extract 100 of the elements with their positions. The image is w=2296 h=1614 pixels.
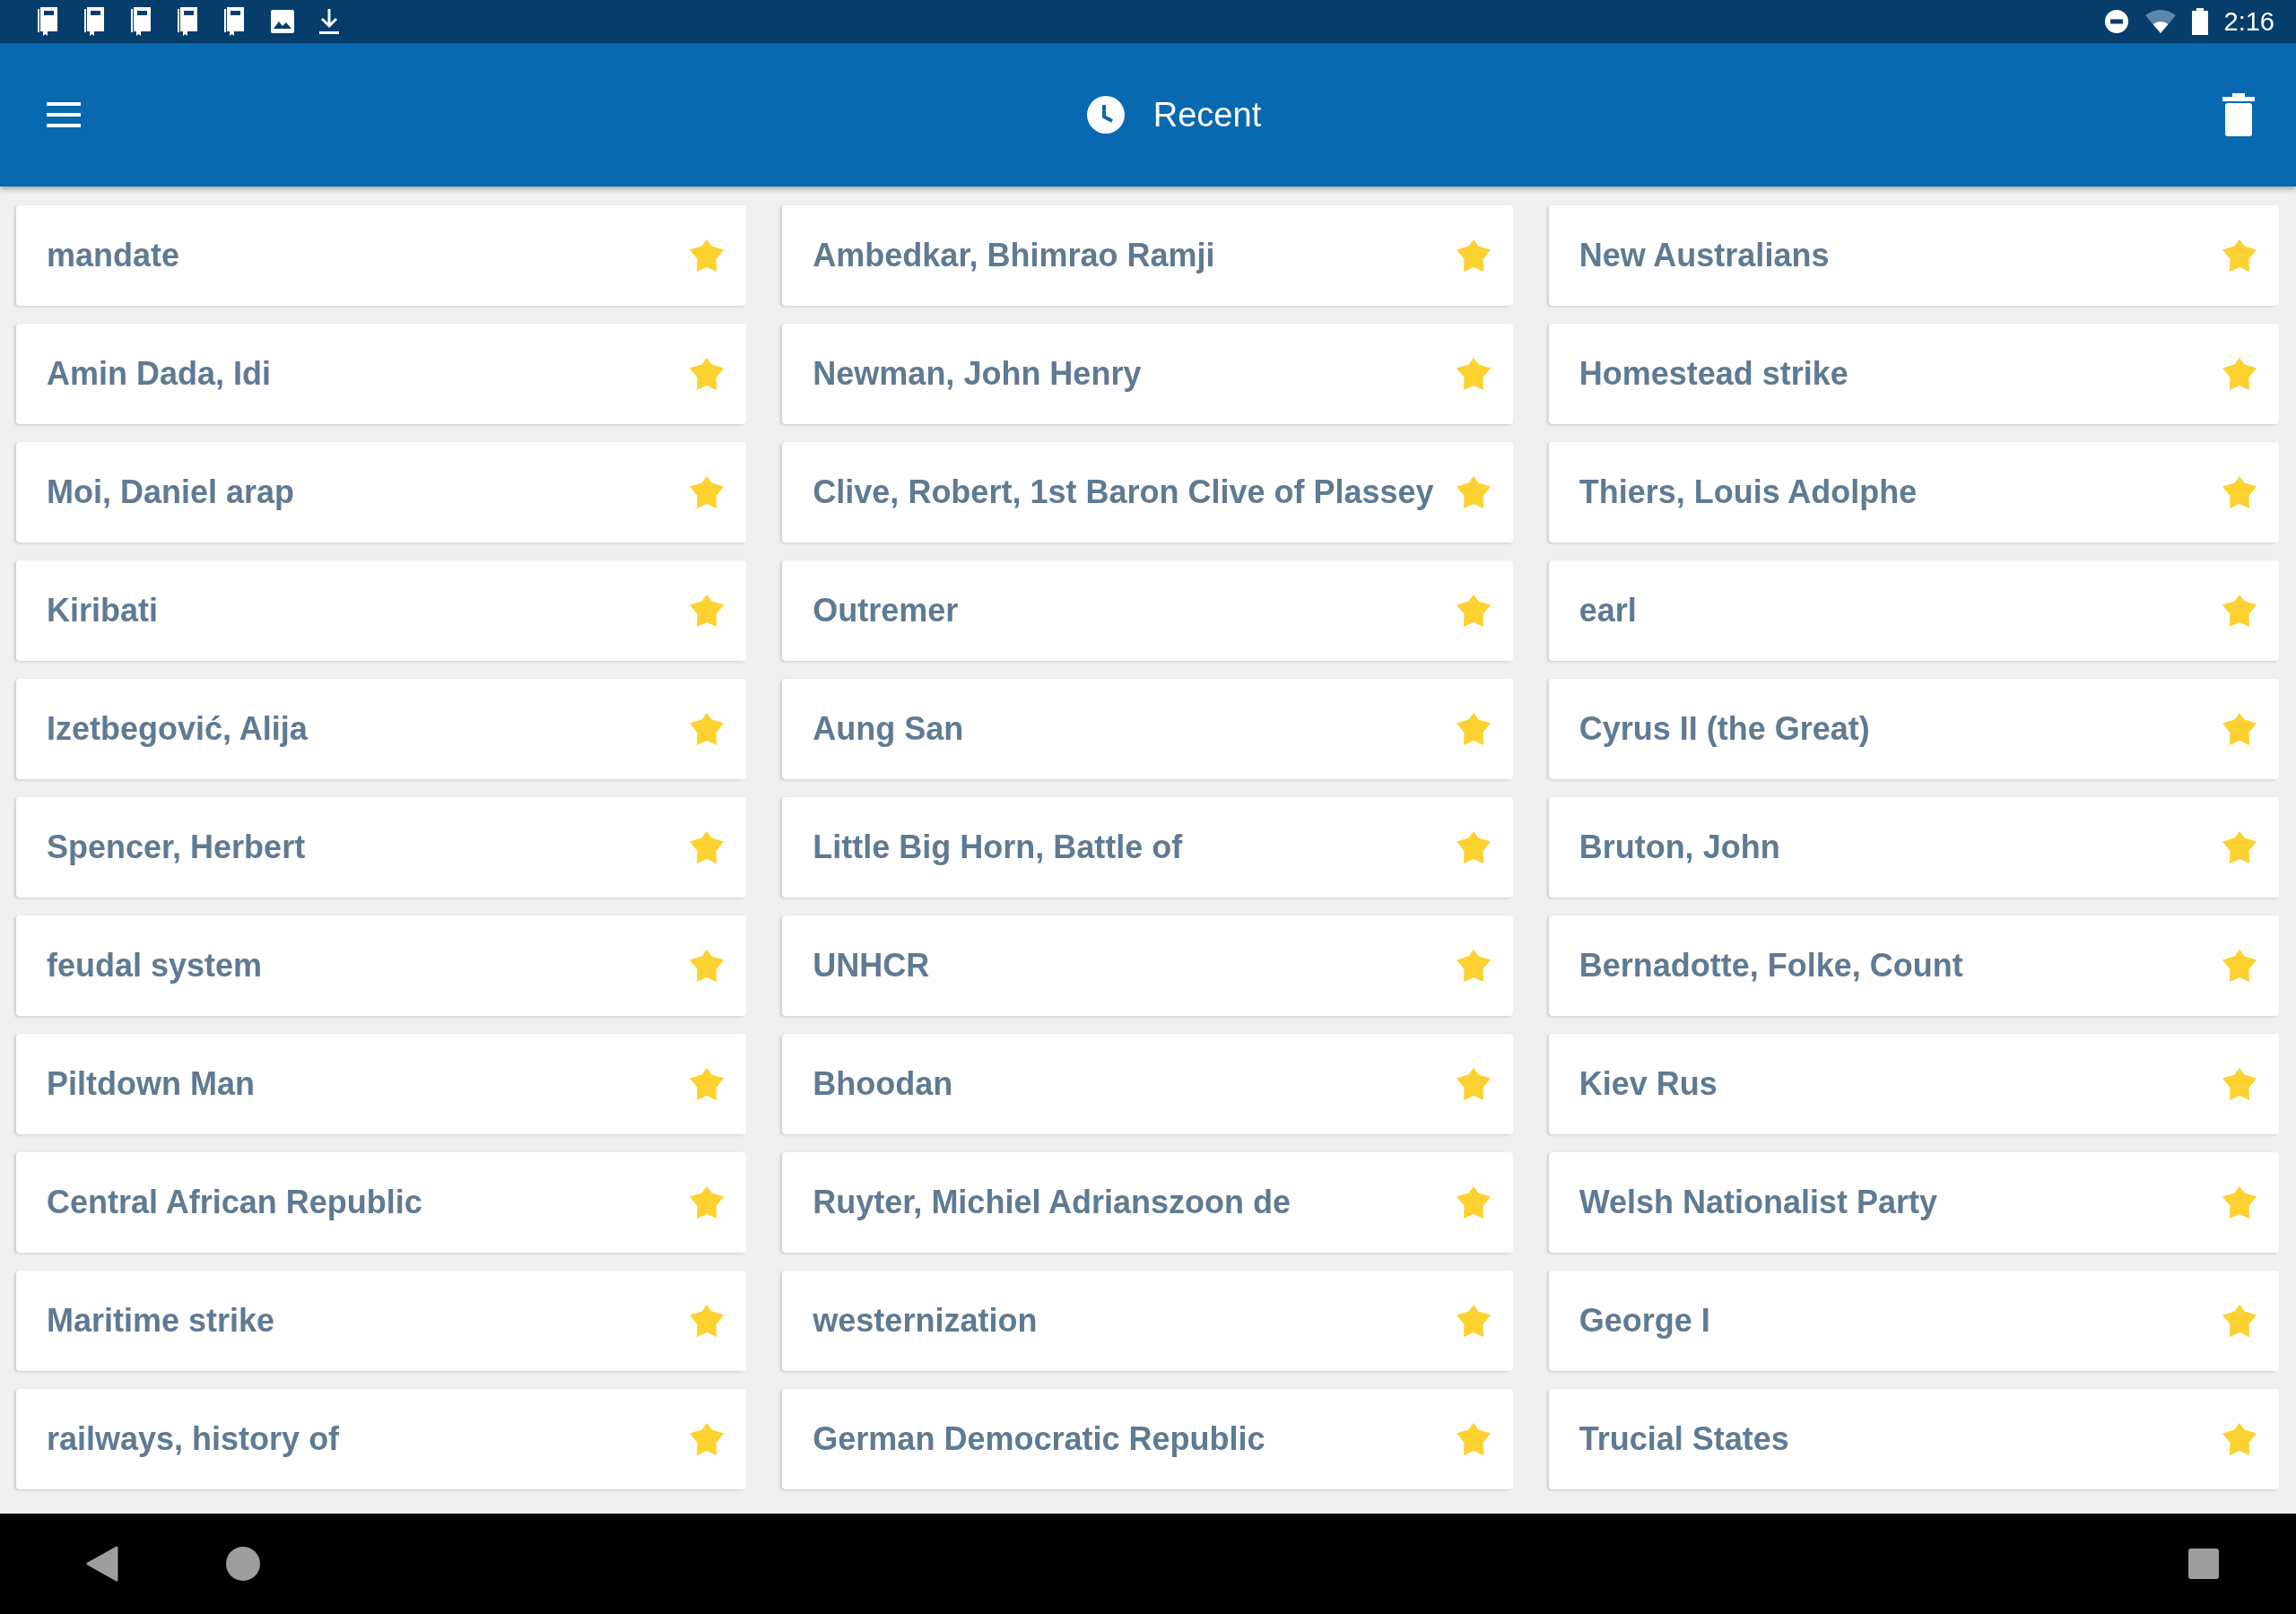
screen-title: Recent [1152,95,1262,134]
recent-entry-card[interactable]: Piltdown Man [16,1034,747,1134]
filled-star-icon[interactable] [689,357,726,391]
recent-entry-card[interactable]: feudal system [16,915,747,1016]
filled-star-icon[interactable] [1455,830,1492,864]
filled-star-icon[interactable] [2222,712,2257,746]
entry-title: New Australians [1578,237,1830,274]
filled-star-icon[interactable] [2222,239,2257,273]
recent-entry-card[interactable]: Maritime strike [16,1271,747,1371]
entry-title: mandate [47,237,180,274]
recent-entry-card[interactable]: Trucial States [1548,1389,2279,1489]
back-icon[interactable] [86,1546,118,1582]
filled-star-icon[interactable] [2222,1185,2257,1219]
entry-title: Kiev Rus [1578,1065,1718,1103]
entry-title: Bruton, John [1578,829,1780,866]
recent-entry-card[interactable]: Newman, John Henry [782,324,1513,424]
menu-icon[interactable] [47,102,81,127]
recent-entry-card[interactable]: Aung San [782,679,1513,779]
entry-title: Bernadotte, Folke, Count [1578,947,1963,985]
recent-entry-card[interactable]: Spencer, Herbert [16,797,747,898]
filled-star-icon[interactable] [689,1304,726,1338]
recent-entry-card[interactable]: mandate [16,205,747,306]
wifi-icon [2144,10,2176,33]
recent-entry-card[interactable]: Ambedkar, Bhimrao Ramji [782,205,1513,306]
filled-star-icon[interactable] [2222,357,2257,391]
recent-entry-card[interactable]: Bhoodan [782,1034,1513,1134]
home-icon[interactable] [226,1547,260,1581]
book-icon [178,7,199,36]
filled-star-icon[interactable] [689,1185,726,1219]
entry-title: railways, history of [47,1420,340,1458]
recent-entry-card[interactable]: Central African Republic [16,1152,747,1253]
filled-star-icon[interactable] [2222,1304,2257,1338]
filled-star-icon[interactable] [1455,239,1492,273]
entry-title: UNHCR [813,947,930,985]
filled-star-icon[interactable] [689,830,726,864]
filled-star-icon[interactable] [1455,1304,1492,1338]
filled-star-icon[interactable] [2222,830,2257,864]
filled-star-icon[interactable] [689,712,726,746]
filled-star-icon[interactable] [1455,475,1492,509]
recent-entry-card[interactable]: Amin Dada, Idi [16,324,747,424]
entry-title: Homestead strike [1578,355,1848,393]
entry-title: feudal system [47,947,263,985]
entry-title: Amin Dada, Idi [47,355,272,393]
recent-entry-card[interactable]: Thiers, Louis Adolphe [1548,442,2279,542]
filled-star-icon[interactable] [1455,949,1492,983]
filled-star-icon[interactable] [1455,357,1492,391]
filled-star-icon[interactable] [1455,594,1492,628]
recent-entry-card[interactable]: Welsh Nationalist Party [1548,1152,2279,1253]
recent-entry-card[interactable]: UNHCR [782,915,1513,1016]
trash-icon[interactable] [2222,93,2255,136]
filled-star-icon[interactable] [2222,949,2257,983]
recent-entry-card[interactable]: Cyrus II (the Great) [1548,679,2279,779]
recent-entry-card[interactable]: German Democratic Republic [782,1389,1513,1489]
recent-entry-card[interactable]: Little Big Horn, Battle of [782,797,1513,898]
filled-star-icon[interactable] [2222,475,2257,509]
book-icon [84,7,106,36]
filled-star-icon[interactable] [1455,1067,1492,1101]
recent-entry-card[interactable]: Clive, Robert, 1st Baron Clive of Plassey [782,442,1513,542]
filled-star-icon[interactable] [689,475,726,509]
entry-title: Kiribati [47,592,158,629]
entry-title: Outremer [813,592,959,629]
filled-star-icon[interactable] [1455,1185,1492,1219]
recent-entry-card[interactable]: New Australians [1548,205,2279,306]
entry-title: earl [1578,592,1637,629]
recent-entry-card[interactable]: Homestead strike [1548,324,2279,424]
recents-icon[interactable] [2188,1549,2219,1579]
recent-entry-card[interactable]: railways, history of [16,1389,747,1489]
recent-entry-card[interactable]: Izetbegović, Alija [16,679,747,779]
entry-title: Ruyter, Michiel Adrianszoon de [813,1184,1292,1221]
recent-entry-card[interactable]: Outremer [782,560,1513,661]
entry-title: Piltdown Man [47,1065,255,1103]
filled-star-icon[interactable] [1455,1422,1492,1456]
filled-star-icon[interactable] [2222,594,2257,628]
recent-entry-card[interactable]: Bernadotte, Folke, Count [1548,915,2279,1016]
entry-title: Cyrus II (the Great) [1578,710,1870,748]
recent-entry-card[interactable]: George I [1548,1271,2279,1371]
book-icon [131,7,152,36]
entry-title: Clive, Robert, 1st Baron Clive of Plassey [813,473,1434,511]
entry-title: Thiers, Louis Adolphe [1578,473,1918,511]
filled-star-icon[interactable] [689,239,726,273]
recent-entry-card[interactable]: Moi, Daniel arap [16,442,747,542]
filled-star-icon[interactable] [1455,712,1492,746]
filled-star-icon[interactable] [689,1422,726,1456]
entry-title: Little Big Horn, Battle of [813,829,1183,866]
entry-title: Aung San [813,710,964,748]
filled-star-icon[interactable] [689,594,726,628]
clock-icon [1086,96,1125,134]
entry-title: Spencer, Herbert [47,829,306,866]
recent-entry-card[interactable]: westernization [782,1271,1513,1371]
recent-entry-card[interactable]: Kiribati [16,560,747,661]
recent-entry-card[interactable]: Kiev Rus [1548,1034,2279,1134]
filled-star-icon[interactable] [689,949,726,983]
recent-entry-card[interactable]: earl [1548,560,2279,661]
recent-entry-card[interactable]: Bruton, John [1548,797,2279,898]
filled-star-icon[interactable] [2222,1067,2257,1101]
recent-entry-card[interactable]: Ruyter, Michiel Adrianszoon de [782,1152,1513,1253]
filled-star-icon[interactable] [2222,1422,2257,1456]
filled-star-icon[interactable] [689,1067,726,1101]
entry-title: Newman, John Henry [813,355,1142,393]
download-icon [319,9,339,34]
